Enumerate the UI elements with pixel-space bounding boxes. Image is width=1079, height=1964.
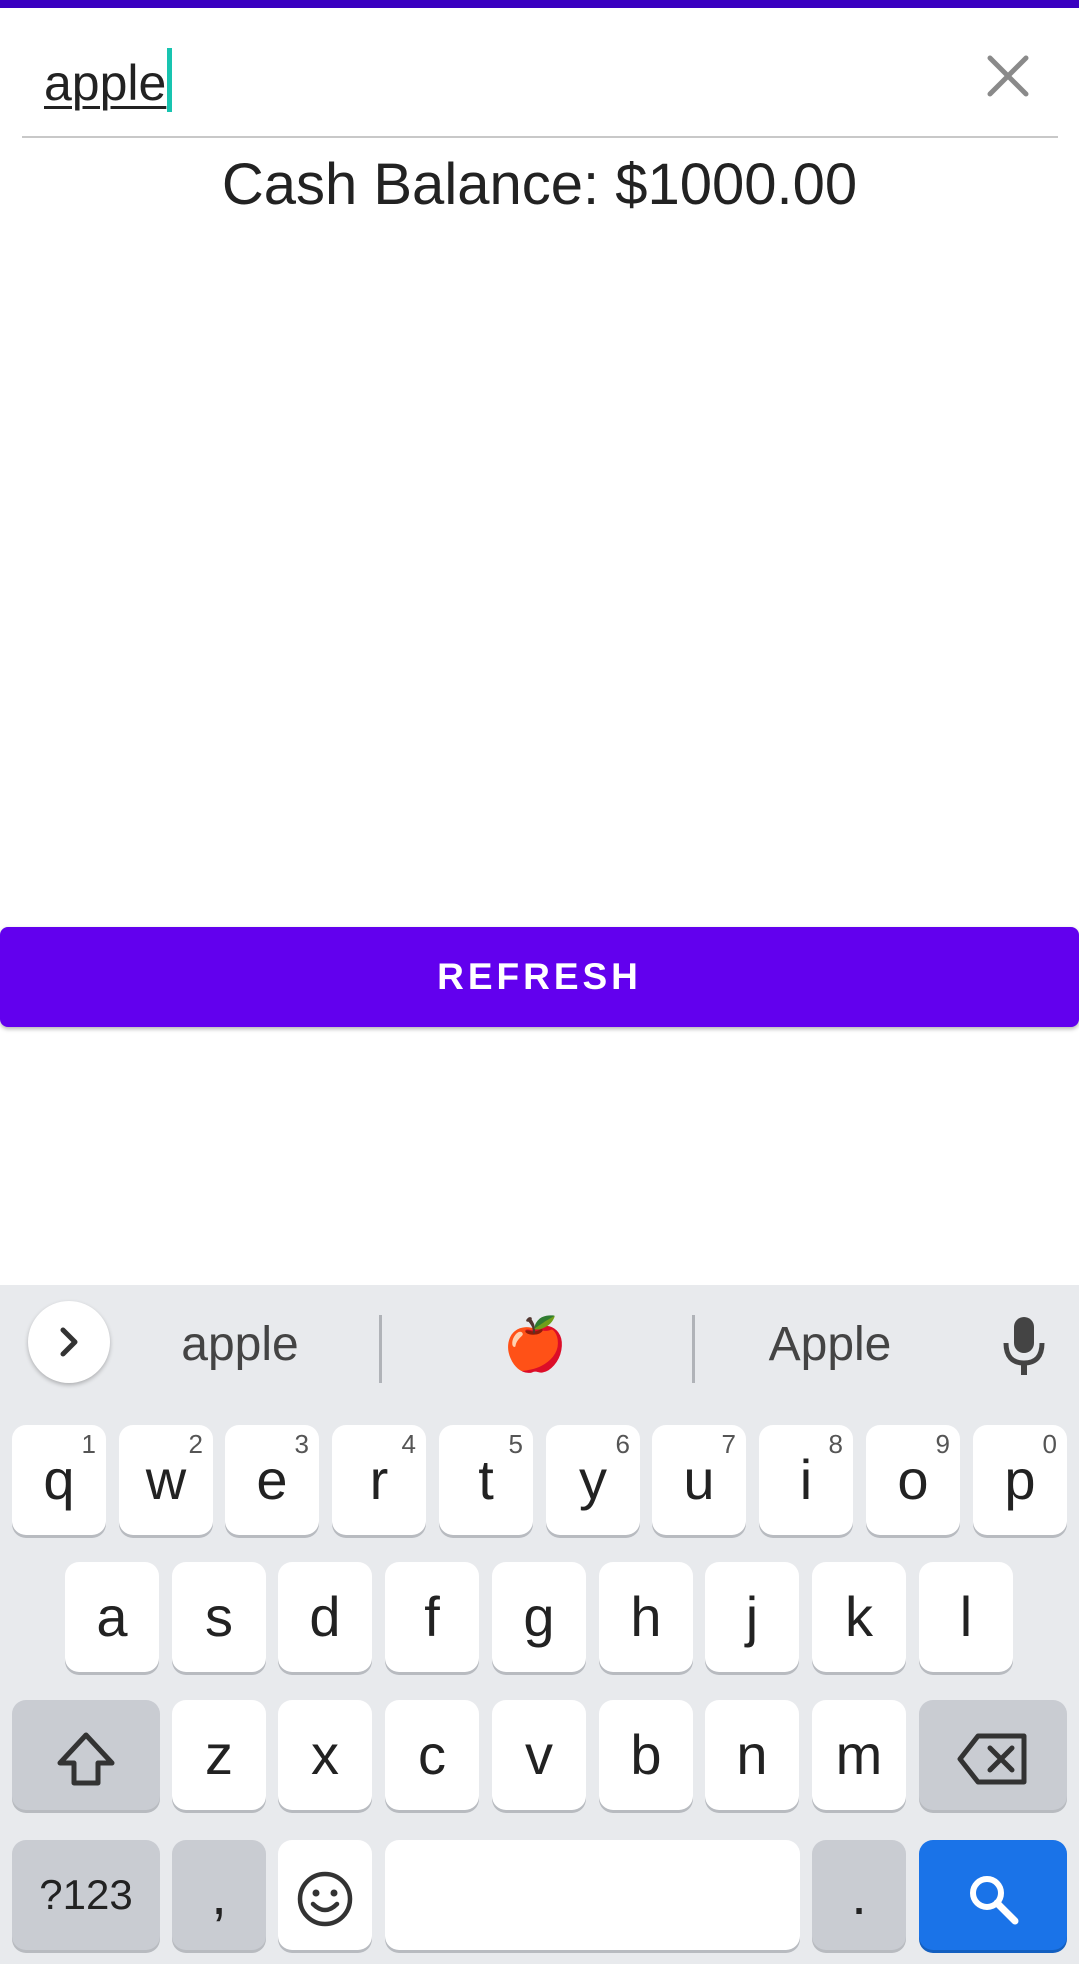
search-input[interactable]: apple [44,48,173,113]
key-hint: 8 [828,1429,843,1459]
key-o[interactable]: o9 [866,1425,960,1535]
key-h[interactable]: h [599,1562,693,1672]
key-y[interactable]: y6 [546,1425,640,1535]
key-q[interactable]: q1 [12,1425,106,1535]
suggestion-emoji[interactable]: 🍎 [430,1313,640,1377]
key-hint: 4 [401,1429,416,1459]
key-hint: 3 [294,1429,309,1459]
shift-key[interactable] [12,1700,160,1810]
microphone-icon[interactable] [999,1315,1049,1379]
key-label: r [369,1448,389,1511]
key-l[interactable]: l [919,1562,1013,1672]
key-i[interactable]: i8 [759,1425,853,1535]
key-label: p [1004,1448,1036,1511]
key-c[interactable]: c [385,1700,479,1810]
app-screen: apple Cash Balance: $1000.00 REFRESH app… [0,0,1079,1964]
key-hint: 7 [721,1429,736,1459]
suggestion-divider [692,1315,695,1383]
key-label: i [799,1448,813,1511]
status-bar-strip [0,0,1079,8]
search-input-value: apple [44,55,167,111]
key-z[interactable]: z [172,1700,266,1810]
key-v[interactable]: v [492,1700,586,1810]
suggestion-word-capitalized[interactable]: Apple [720,1313,940,1377]
backspace-icon [957,1733,1027,1785]
key-label: w [145,1448,187,1511]
suggestion-word[interactable]: apple [130,1313,350,1377]
search-bar[interactable]: apple [22,8,1058,138]
key-hint: 0 [1042,1429,1057,1459]
backspace-key[interactable] [919,1700,1067,1810]
space-key[interactable] [385,1840,800,1950]
key-b[interactable]: b [599,1700,693,1810]
search-key[interactable] [919,1840,1067,1950]
key-k[interactable]: k [812,1562,906,1672]
close-icon[interactable] [980,48,1036,104]
key-hint: 2 [188,1429,203,1459]
key-label: u [683,1448,715,1511]
chevron-right-icon[interactable] [28,1301,110,1383]
key-a[interactable]: a [65,1562,159,1672]
key-label: q [43,1448,75,1511]
key-label: o [897,1448,929,1511]
key-j[interactable]: j [705,1562,799,1672]
text-caret [167,48,173,112]
key-r[interactable]: r4 [332,1425,426,1535]
key-x[interactable]: x [278,1700,372,1810]
emoji-icon [297,1871,353,1927]
key-m[interactable]: m [812,1700,906,1810]
refresh-button[interactable]: REFRESH [0,927,1079,1027]
key-hint: 9 [935,1429,950,1459]
cash-balance: Cash Balance: $1000.00 [221,152,858,217]
key-p[interactable]: p0 [973,1425,1067,1535]
key-hint: 5 [508,1429,523,1459]
key-hint: 6 [615,1429,630,1459]
key-label: e [256,1448,288,1511]
search-icon [970,1876,1019,1925]
key-s[interactable]: s [172,1562,266,1672]
suggestion-strip: apple 🍎 Apple [0,1285,1079,1405]
key-t[interactable]: t5 [439,1425,533,1535]
soft-keyboard: apple 🍎 Apple q1 w2 e3 r4 t5 y6 u7 i8 o9… [0,1285,1079,1964]
key-d[interactable]: d [278,1562,372,1672]
key-e[interactable]: e3 [225,1425,319,1535]
key-w[interactable]: w2 [119,1425,213,1535]
period-key[interactable]: . [812,1840,906,1950]
key-hint: 1 [81,1429,96,1459]
key-label: t [478,1448,494,1511]
key-u[interactable]: u7 [652,1425,746,1535]
key-n[interactable]: n [705,1700,799,1810]
shift-icon [57,1732,115,1786]
key-g[interactable]: g [492,1562,586,1672]
emoji-key[interactable] [278,1840,372,1950]
comma-key[interactable]: , [172,1840,266,1950]
key-label: y [579,1448,607,1511]
symbols-key[interactable]: ?123 [12,1840,160,1950]
key-f[interactable]: f [385,1562,479,1672]
suggestion-divider [379,1315,382,1383]
